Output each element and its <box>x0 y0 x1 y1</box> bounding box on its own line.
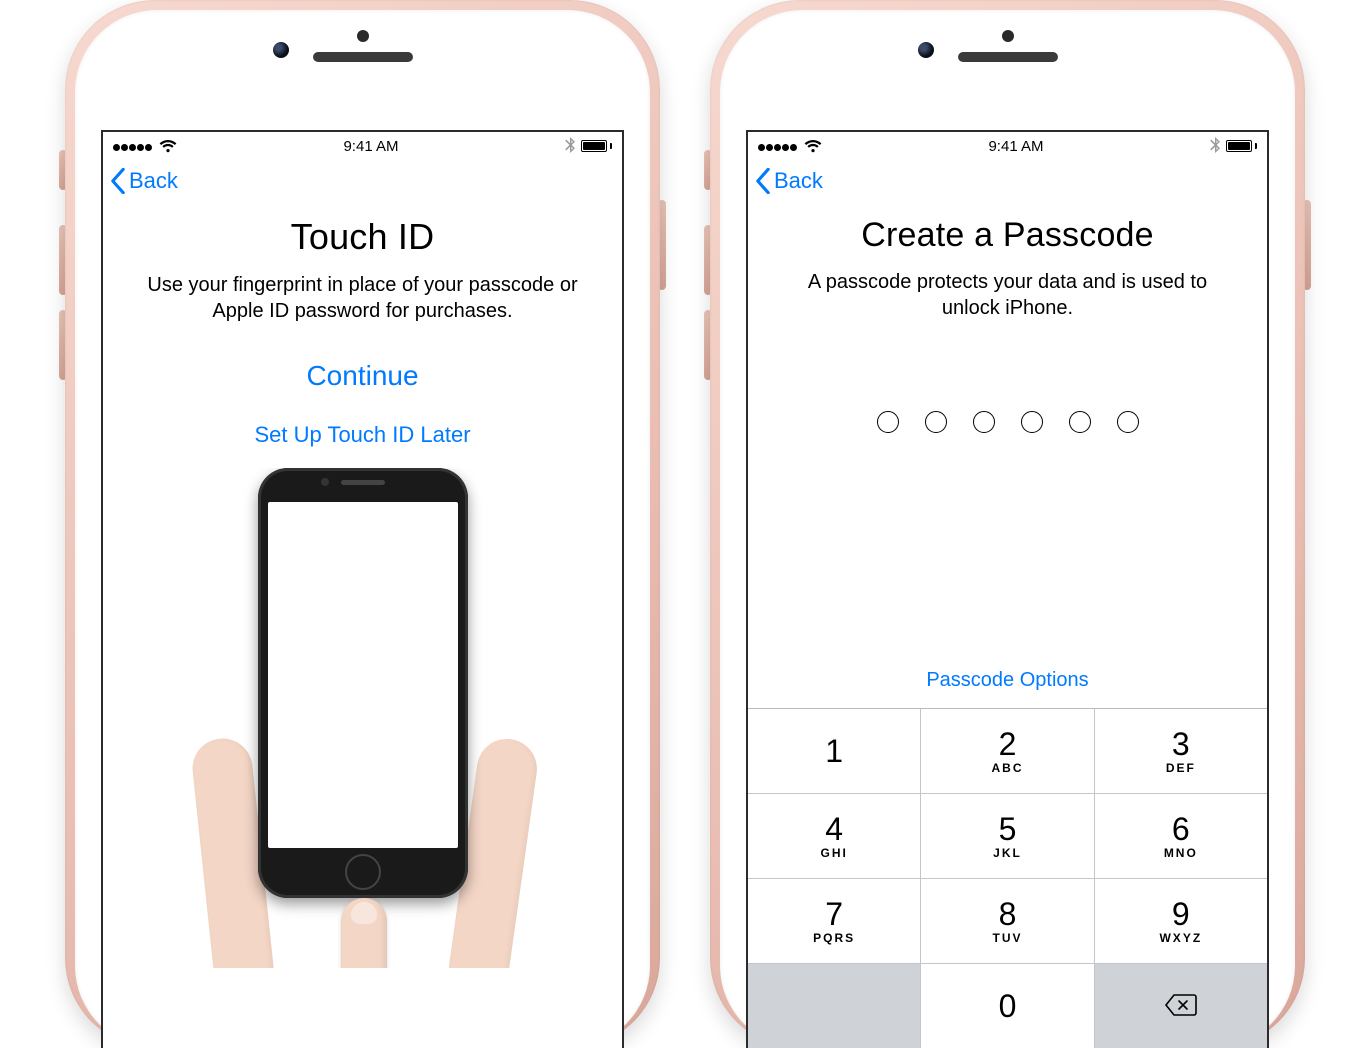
keypad-number: 3 <box>1172 728 1190 760</box>
passcode-dot <box>1117 411 1139 433</box>
wifi-icon <box>159 139 177 153</box>
back-button[interactable]: Back <box>103 160 622 194</box>
signal-strength-icon <box>113 138 153 155</box>
bluetooth-icon <box>1210 137 1220 156</box>
mini-phone-icon <box>258 468 468 898</box>
home-button-icon <box>345 854 381 890</box>
back-label: Back <box>774 168 823 194</box>
screen-create-passcode: 9:41 AM Back Create a Passcode A passcod… <box>746 130 1269 1048</box>
keypad-key-3[interactable]: 3DEF <box>1095 709 1267 793</box>
wifi-icon <box>804 139 822 153</box>
front-camera-icon <box>273 42 289 58</box>
passcode-dot <box>1021 411 1043 433</box>
keypad-number: 7 <box>825 898 843 930</box>
status-time: 9:41 AM <box>988 138 1043 155</box>
keypad-key-0[interactable]: 0 <box>921 964 1093 1048</box>
passcode-dot <box>877 411 899 433</box>
keypad-letters: DEF <box>1166 761 1196 775</box>
keypad-delete-button[interactable] <box>1095 964 1267 1048</box>
thumb-icon <box>341 898 387 968</box>
passcode-dot <box>925 411 947 433</box>
status-bar: 9:41 AM <box>103 132 622 160</box>
status-bar: 9:41 AM <box>748 132 1267 160</box>
keypad-number: 6 <box>1172 813 1190 845</box>
keypad-number: 8 <box>999 898 1017 930</box>
passcode-options-button[interactable]: Passcode Options <box>926 669 1088 692</box>
keypad-key-6[interactable]: 6MNO <box>1095 794 1267 878</box>
keypad-key-2[interactable]: 2ABC <box>921 709 1093 793</box>
battery-icon <box>581 140 612 152</box>
proximity-sensor-icon <box>357 30 369 42</box>
front-camera-icon <box>918 42 934 58</box>
keypad-blank <box>748 964 920 1048</box>
passcode-dot <box>1069 411 1091 433</box>
keypad-letters: GHI <box>820 846 847 860</box>
passcode-dots <box>772 411 1243 433</box>
page-title: Touch ID <box>127 216 598 258</box>
keypad-letters: WXYZ <box>1159 931 1202 945</box>
keypad-number: 0 <box>999 990 1017 1022</box>
page-subtitle: A passcode protects your data and is use… <box>772 269 1243 321</box>
back-label: Back <box>129 168 178 194</box>
proximity-sensor-icon <box>1002 30 1014 42</box>
back-button[interactable]: Back <box>748 160 1267 194</box>
keypad-key-8[interactable]: 8TUV <box>921 879 1093 963</box>
earpiece-speaker-icon <box>313 52 413 62</box>
keypad-number: 9 <box>1172 898 1190 930</box>
page-title: Create a Passcode <box>772 216 1243 255</box>
keypad-key-7[interactable]: 7PQRS <box>748 879 920 963</box>
keypad-key-1[interactable]: 1 <box>748 709 920 793</box>
keypad-number: 5 <box>999 813 1017 845</box>
battery-icon <box>1226 140 1257 152</box>
keypad-number: 2 <box>999 728 1017 760</box>
device-frame-right: 9:41 AM Back Create a Passcode A passcod… <box>710 0 1305 1048</box>
bluetooth-icon <box>565 137 575 156</box>
mini-phone-screen <box>268 502 458 848</box>
continue-button[interactable]: Continue <box>306 360 418 392</box>
keypad-key-5[interactable]: 5JKL <box>921 794 1093 878</box>
keypad-key-4[interactable]: 4GHI <box>748 794 920 878</box>
page-subtitle: Use your fingerprint in place of your pa… <box>127 272 598 324</box>
keypad-number: 4 <box>825 813 843 845</box>
keypad-letters: MNO <box>1164 846 1198 860</box>
keypad-letters: ABC <box>991 761 1023 775</box>
setup-later-button[interactable]: Set Up Touch ID Later <box>254 422 470 448</box>
touch-id-illustration <box>127 468 598 968</box>
signal-strength-icon <box>758 138 798 155</box>
backspace-icon <box>1164 993 1198 1020</box>
keypad-letters: JKL <box>993 846 1022 860</box>
keypad-letters: TUV <box>992 931 1022 945</box>
keypad-number: 1 <box>825 735 843 767</box>
numeric-keypad: 12ABC3DEF4GHI5JKL6MNO7PQRS8TUV9WXYZ0 <box>748 708 1267 1048</box>
device-frame-left: 9:41 AM Back Touch ID Use your fingerpri… <box>65 0 660 1048</box>
keypad-key-9[interactable]: 9WXYZ <box>1095 879 1267 963</box>
screen-touch-id: 9:41 AM Back Touch ID Use your fingerpri… <box>101 130 624 1048</box>
keypad-letters: PQRS <box>813 931 855 945</box>
passcode-dot <box>973 411 995 433</box>
earpiece-speaker-icon <box>958 52 1058 62</box>
status-time: 9:41 AM <box>343 138 398 155</box>
